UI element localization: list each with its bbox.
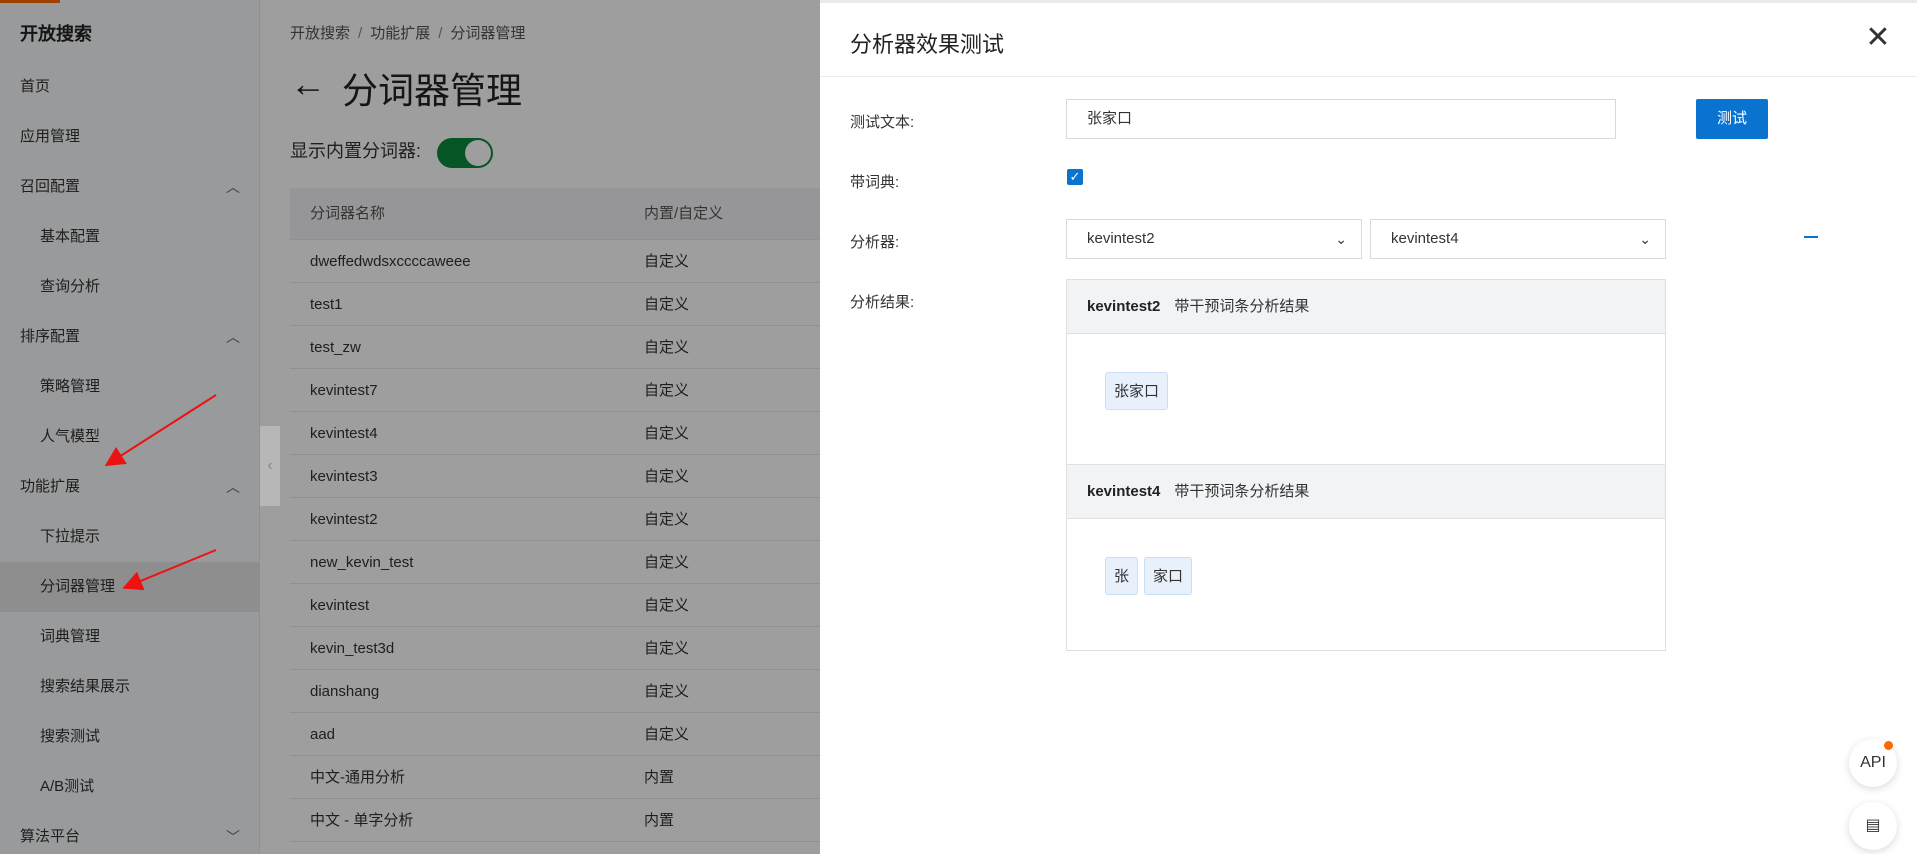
with-dict-label: 带词典:: [850, 174, 900, 191]
minus-icon[interactable]: [1804, 227, 1820, 247]
with-dict-checkbox[interactable]: ✓: [1067, 169, 1083, 185]
sidebar-collapse-tab[interactable]: ‹: [260, 426, 280, 506]
chevron-down-icon: ⌄: [1639, 231, 1651, 247]
result-block: kevintest2 带干预词条分析结果 张家口: [1067, 280, 1665, 465]
chat-icon: ▤: [1865, 817, 1881, 834]
analyzer-select-a[interactable]: kevintest2 ⌄: [1066, 219, 1362, 259]
token-tag: 张家口: [1105, 372, 1169, 410]
drawer-header: 分析器效果测试 ✕: [820, 3, 1917, 77]
result-tokens: 张家口: [1067, 334, 1665, 464]
result-analyzer-name: kevintest2: [1087, 298, 1161, 315]
select-value: kevintest2: [1087, 230, 1155, 247]
token-tag: 家口: [1144, 557, 1193, 595]
result-description: 带干预词条分析结果: [1174, 483, 1310, 500]
test-button[interactable]: 测试: [1696, 99, 1768, 139]
result-description: 带干预词条分析结果: [1174, 298, 1310, 315]
drawer-title: 分析器效果测试: [850, 32, 1005, 57]
result-header: kevintest2 带干预词条分析结果: [1067, 280, 1665, 334]
analysis-results: kevintest2 带干预词条分析结果 张家口 kevintest4 带干预词条分…: [1066, 279, 1666, 651]
result-block: kevintest4 带干预词条分析结果 张家口: [1067, 465, 1665, 651]
result-header: kevintest4 带干预词条分析结果: [1067, 465, 1665, 519]
notification-dot: [1884, 741, 1893, 750]
api-button[interactable]: API: [1849, 739, 1897, 787]
api-label: API: [1860, 754, 1886, 771]
analyzer-test-drawer: 分析器效果测试 ✕ 测试文本: 张家口 测试 带词典: ✓ 分析器: kevin…: [820, 0, 1917, 854]
chat-button[interactable]: ▤: [1849, 802, 1897, 850]
result-analyzer-name: kevintest4: [1087, 483, 1161, 500]
close-icon[interactable]: ✕: [1863, 23, 1893, 53]
result-tokens: 张家口: [1067, 519, 1665, 649]
token-tag: 张: [1105, 557, 1139, 595]
select-value: kevintest4: [1391, 230, 1459, 247]
result-label: 分析结果:: [850, 294, 915, 311]
analyzer-select-b[interactable]: kevintest4 ⌄: [1370, 219, 1666, 259]
test-text-label: 测试文本:: [850, 114, 915, 131]
overlay-mask[interactable]: [0, 0, 820, 854]
test-text-input[interactable]: 张家口: [1066, 99, 1616, 139]
chevron-down-icon: ⌄: [1335, 231, 1347, 247]
analyzer-label: 分析器:: [850, 234, 900, 251]
